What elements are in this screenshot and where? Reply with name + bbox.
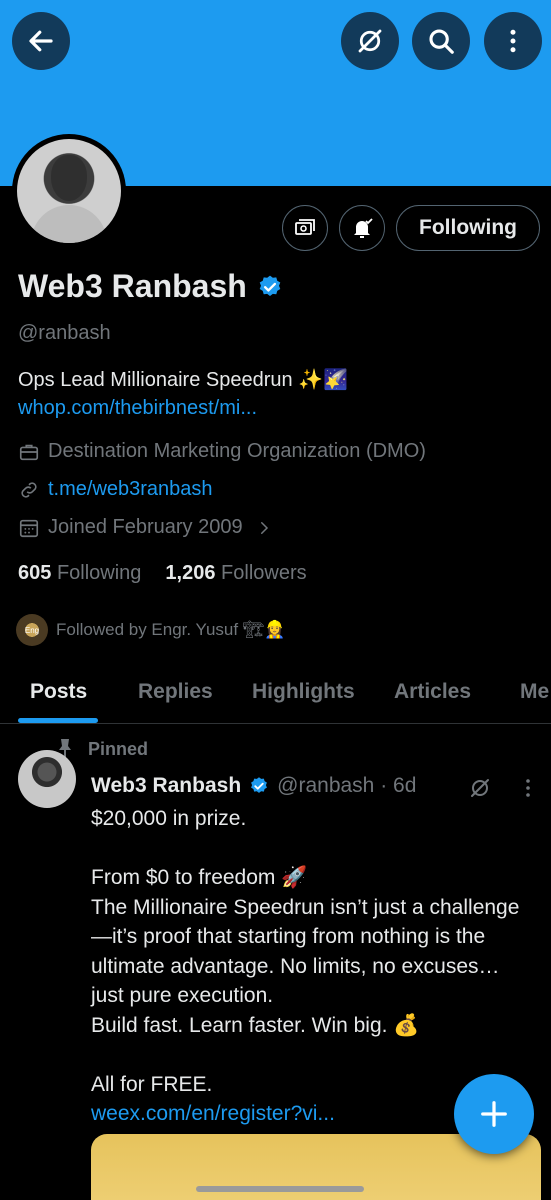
- post-author-avatar[interactable]: [18, 750, 76, 808]
- grok-button[interactable]: [341, 12, 399, 70]
- post-more-icon[interactable]: [518, 776, 538, 800]
- post-handle-time: @ranbash · 6d: [277, 774, 417, 797]
- post-header: Web3 Ranbash @ranbash · 6d: [91, 774, 416, 798]
- post-line: Build fast. Learn faster. Win big. 💰: [91, 1013, 420, 1037]
- joined-text: Joined February 2009: [48, 516, 243, 538]
- bio-text: Ops Lead Millionaire Speedrun ✨🌠: [18, 369, 348, 391]
- grok-icon[interactable]: [468, 776, 492, 800]
- profile-category: Destination Marketing Organization (DMO): [18, 440, 426, 463]
- bio-link[interactable]: whop.com/thebirbnest/mi...: [18, 397, 257, 419]
- notifications-button[interactable]: [339, 205, 385, 251]
- search-button[interactable]: [412, 12, 470, 70]
- arrow-left-icon: [29, 30, 53, 52]
- post-author-name[interactable]: Web3 Ranbash: [91, 774, 241, 798]
- tab-highlights[interactable]: Highlights: [252, 680, 355, 704]
- profile-name-text: Web3 Ranbash: [18, 268, 247, 304]
- home-indicator[interactable]: [196, 1186, 364, 1192]
- profile-tabs: Posts Replies Highlights Articles Me: [0, 668, 551, 724]
- following-button[interactable]: Following: [396, 205, 540, 251]
- subscribe-button[interactable]: [282, 205, 328, 251]
- avatar-photo: [17, 139, 121, 243]
- post-line: The Millionaire Speedrun isn’t just a ch…: [91, 895, 520, 1008]
- followed-by[interactable]: Eng Followed by Engr. Yusuf 🏗👷‍♀️: [16, 614, 286, 646]
- post-line: [91, 1040, 536, 1070]
- tab-replies[interactable]: Replies: [138, 680, 213, 704]
- more-options-button[interactable]: [484, 12, 542, 70]
- pinned-label: Pinned: [88, 738, 149, 759]
- compose-button[interactable]: [454, 1074, 534, 1154]
- back-button[interactable]: [12, 12, 70, 70]
- profile-joined[interactable]: Joined February 2009: [18, 516, 273, 539]
- tab-posts[interactable]: Posts: [30, 680, 87, 704]
- post-text: $20,000 in prize. From $0 to freedom 🚀 T…: [91, 804, 536, 1129]
- verified-badge-icon[interactable]: [257, 274, 283, 300]
- post-line: [91, 834, 536, 864]
- grok-icon: [358, 29, 382, 53]
- website-link[interactable]: t.me/web3ranbash: [48, 478, 213, 501]
- verified-badge-icon: [251, 777, 268, 793]
- profile-name: Web3 Ranbash: [18, 268, 283, 305]
- following-stat[interactable]: 605 Following: [18, 562, 141, 585]
- post-line: From $0 to freedom 🚀: [91, 866, 308, 889]
- profile-screen: Following Web3 Ranbash @ranbash Ops Lead…: [0, 0, 551, 1200]
- pinned-indicator: Pinned: [56, 738, 148, 760]
- briefcase-icon: [19, 444, 39, 460]
- profile-website[interactable]: t.me/web3ranbash: [18, 478, 213, 501]
- follower-avatar: Eng: [16, 614, 48, 646]
- profile-stats: 605 Following 1,206 Followers: [18, 562, 307, 585]
- active-tab-indicator: [18, 718, 98, 723]
- calendar-icon: [19, 519, 39, 537]
- post-line: $20,000 in prize.: [91, 807, 247, 830]
- compose-plus-icon: [481, 1101, 507, 1127]
- monetization-icon: [295, 219, 315, 235]
- link-icon: [21, 481, 37, 498]
- search-icon: [429, 29, 454, 54]
- followed-by-text: Followed by Engr. Yusuf 🏗👷‍♀️: [56, 620, 286, 639]
- profile-bio: Ops Lead Millionaire Speedrun ✨🌠 whop.co…: [18, 366, 533, 422]
- tab-articles[interactable]: Articles: [394, 680, 471, 704]
- profile-handle: @ranbash: [18, 322, 111, 344]
- tab-media[interactable]: Me: [520, 680, 549, 704]
- followers-stat[interactable]: 1,206 Followers: [165, 562, 306, 585]
- category-text: Destination Marketing Organization (DMO): [48, 440, 426, 462]
- profile-avatar[interactable]: [12, 134, 126, 248]
- more-vertical-icon: [510, 29, 516, 53]
- chevron-right-icon: [260, 521, 268, 534]
- bell-check-icon: [354, 218, 373, 238]
